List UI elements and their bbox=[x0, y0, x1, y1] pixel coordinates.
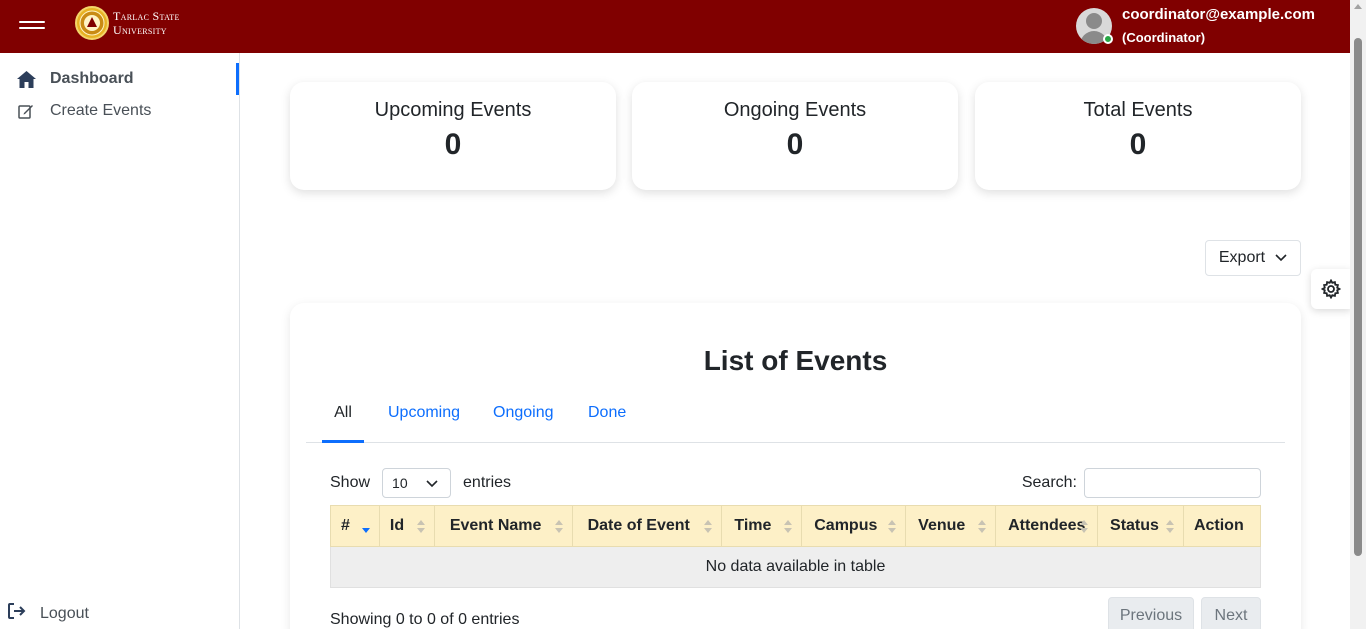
user-role: (Coordinator) bbox=[1121, 29, 1206, 45]
card-title: Ongoing Events bbox=[723, 99, 867, 121]
seal-icon bbox=[75, 6, 109, 40]
column-header-event-name[interactable]: Event Name bbox=[433, 505, 573, 547]
ongoing-events-card: Ongoing Events 0 bbox=[632, 82, 958, 190]
sidebar-item-label: Dashboard bbox=[50, 70, 134, 87]
sidebar-item-dashboard[interactable]: Dashboard bbox=[0, 63, 239, 95]
settings-gear-button[interactable] bbox=[1311, 269, 1351, 309]
online-status-dot bbox=[1102, 34, 1113, 44]
column-header-time[interactable]: Time bbox=[721, 505, 803, 547]
pagination: Previous Next bbox=[1108, 597, 1261, 629]
card-value: 0 bbox=[1129, 128, 1147, 161]
entries-select-value: 10 bbox=[392, 475, 408, 491]
events-tabs: All Upcoming Ongoing Done bbox=[306, 399, 1285, 443]
menu-toggle-icon[interactable] bbox=[19, 14, 45, 34]
next-page-button[interactable]: Next bbox=[1201, 597, 1261, 629]
total-events-card: Total Events 0 bbox=[975, 82, 1301, 190]
card-title: Upcoming Events bbox=[374, 99, 532, 121]
logout-button[interactable]: Logout bbox=[8, 603, 89, 624]
entries-label: entries bbox=[463, 474, 512, 491]
user-email: coordinator@example.com bbox=[1121, 5, 1315, 23]
tab-done[interactable]: Done bbox=[588, 399, 626, 443]
table-search: Search: bbox=[1022, 468, 1261, 498]
tab-upcoming[interactable]: Upcoming bbox=[388, 399, 460, 443]
table-info: Showing 0 to 0 of 0 entries bbox=[330, 611, 520, 628]
logout-label: Logout bbox=[40, 604, 89, 622]
sort-icon bbox=[1080, 520, 1089, 534]
list-title: List of Events bbox=[703, 345, 888, 376]
table-header-row: # Id Event Name Date of Event Time Campu… bbox=[330, 505, 1262, 547]
home-icon bbox=[16, 69, 36, 89]
sort-icon bbox=[416, 520, 425, 534]
export-label: Export bbox=[1218, 249, 1266, 266]
empty-table-message: No data available in table bbox=[330, 546, 1261, 588]
page-length-control: Show 10 entries bbox=[330, 468, 511, 498]
search-input[interactable] bbox=[1084, 468, 1261, 498]
logo-line-1: Tarlac State bbox=[113, 9, 180, 23]
card-title: Total Events bbox=[1083, 99, 1193, 121]
upcoming-events-card: Upcoming Events 0 bbox=[290, 82, 616, 190]
previous-page-button[interactable]: Previous bbox=[1108, 597, 1194, 629]
sidebar-item-label: Create Events bbox=[50, 102, 152, 119]
sidebar: Dashboard Create Events Logout bbox=[0, 53, 240, 629]
column-header-attendees[interactable]: Attendees bbox=[995, 505, 1099, 547]
column-header-number[interactable]: # bbox=[330, 505, 380, 547]
edit-icon bbox=[16, 101, 36, 121]
table-row: No data available in table bbox=[330, 546, 1261, 588]
user-menu[interactable]: coordinator@example.com (Coordinator) bbox=[1075, 3, 1315, 49]
sort-icon bbox=[1165, 520, 1174, 534]
entries-select[interactable]: 10 bbox=[382, 468, 452, 498]
sort-icon bbox=[888, 520, 897, 534]
events-table: # Id Event Name Date of Event Time Campu… bbox=[330, 505, 1262, 588]
logout-icon bbox=[8, 603, 26, 624]
gear-icon bbox=[1321, 279, 1341, 299]
column-header-id[interactable]: Id bbox=[378, 505, 435, 547]
column-header-campus[interactable]: Campus bbox=[801, 505, 907, 547]
university-logo[interactable]: Tarlac State University bbox=[75, 5, 180, 41]
logo-text: Tarlac State University bbox=[113, 9, 180, 37]
logo-line-2: University bbox=[113, 23, 167, 37]
card-value: 0 bbox=[444, 128, 462, 161]
column-header-venue[interactable]: Venue bbox=[905, 505, 997, 547]
column-header-date-of-event[interactable]: Date of Event bbox=[571, 505, 723, 547]
scroll-up-arrow-icon[interactable] bbox=[1354, 4, 1362, 9]
sort-icon bbox=[704, 520, 713, 534]
top-navbar: Tarlac State University coordinator@exam… bbox=[0, 0, 1350, 53]
column-header-status[interactable]: Status bbox=[1097, 505, 1184, 547]
sidebar-item-create-events[interactable]: Create Events bbox=[0, 95, 239, 127]
show-label: Show bbox=[330, 474, 371, 491]
column-header-action: Action bbox=[1182, 505, 1262, 547]
page-scrollbar[interactable] bbox=[1350, 0, 1366, 629]
sort-icon bbox=[978, 520, 987, 534]
card-value: 0 bbox=[786, 128, 804, 161]
tab-ongoing[interactable]: Ongoing bbox=[493, 399, 554, 443]
chevron-down-icon bbox=[426, 480, 438, 488]
tab-all[interactable]: All bbox=[322, 399, 364, 443]
events-table-card: List of Events All Upcoming Ongoing Done… bbox=[290, 303, 1301, 629]
scroll-thumb[interactable] bbox=[1354, 38, 1362, 556]
sort-icon bbox=[784, 520, 793, 534]
sort-desc-icon bbox=[361, 520, 370, 534]
avatar-wrapper[interactable] bbox=[1075, 8, 1122, 44]
search-label: Search: bbox=[1021, 474, 1077, 491]
sort-icon bbox=[554, 520, 563, 534]
export-dropdown-button[interactable]: Export bbox=[1205, 240, 1301, 276]
chevron-down-icon bbox=[1275, 254, 1287, 262]
